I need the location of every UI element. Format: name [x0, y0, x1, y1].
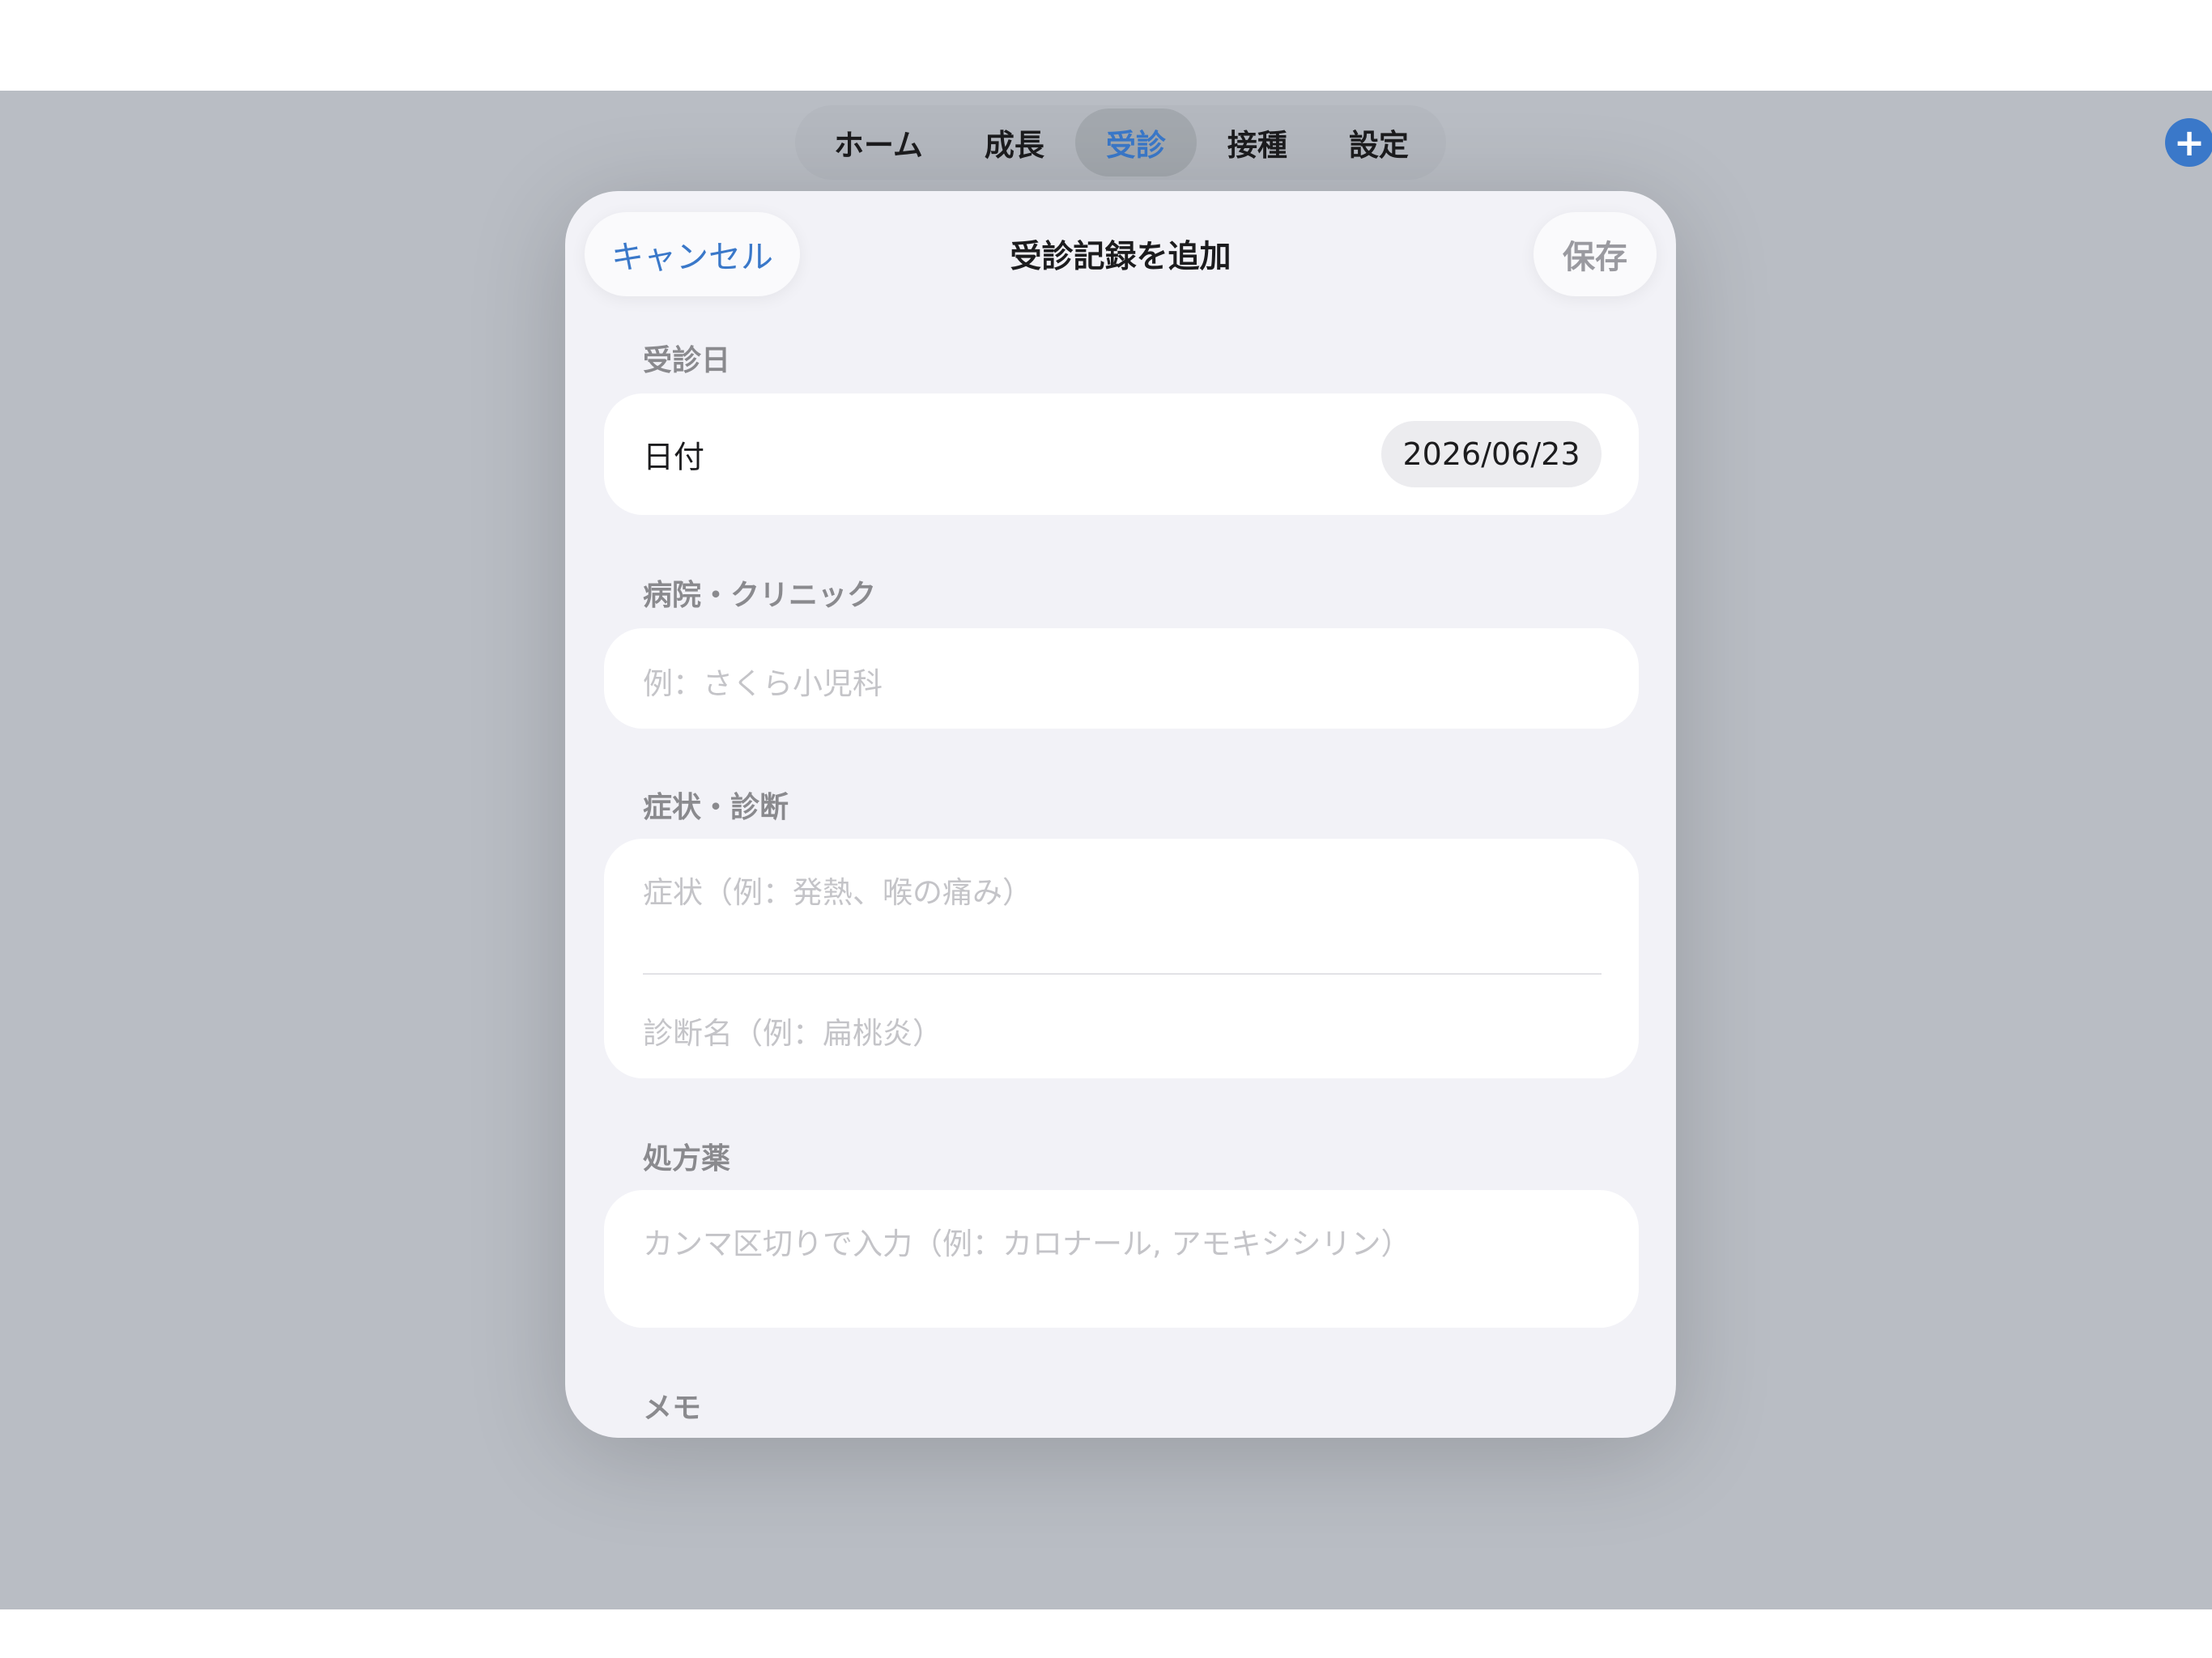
status-bar-area: [0, 0, 2212, 91]
visit-date-card: 日付 2026/06/23: [604, 393, 1639, 515]
hospital-input[interactable]: 例：さくら小児科: [604, 628, 1639, 729]
add-visit-sheet: キャンセル 受診記録を追加 保存 受診日 日付 2026/06/23 病院・クリ…: [565, 191, 1676, 1438]
diagnosis-input[interactable]: 診断名（例：扁桃炎）: [643, 1009, 942, 1052]
bottom-area: [0, 1609, 2212, 1658]
tab-bar: ホーム 成長 受診 接種 設定: [795, 105, 1446, 180]
tab-growth[interactable]: 成長: [954, 108, 1075, 176]
hospital-section-label: 病院・クリニック: [643, 579, 877, 612]
add-button[interactable]: +: [2165, 118, 2212, 167]
sheet-title: 受診記録を追加: [1010, 239, 1231, 275]
plus-icon: +: [2173, 121, 2206, 164]
tab-settings[interactable]: 設定: [1318, 108, 1440, 176]
divider: [643, 973, 1602, 975]
prescription-input[interactable]: カンマ区切りで入力（例：カロナール, アモキシシリン）: [604, 1190, 1639, 1328]
prescription-placeholder: カンマ区切りで入力（例：カロナール, アモキシシリン）: [643, 1226, 1411, 1261]
symptom-input[interactable]: 症状（例：発熱、喉の痛み）: [643, 868, 1032, 912]
symptoms-card: 症状（例：発熱、喉の痛み） 診断名（例：扁桃炎）: [604, 839, 1639, 1078]
save-button[interactable]: 保存: [1534, 212, 1657, 296]
symptoms-section-label: 症状・診断: [643, 791, 789, 824]
tab-visits[interactable]: 受診: [1074, 108, 1197, 176]
memo-section-label: メモ: [643, 1392, 702, 1425]
visit-date-section-label: 受診日: [643, 344, 731, 377]
date-field-label: 日付: [643, 439, 705, 475]
prescription-section-label: 処方薬: [643, 1142, 731, 1175]
hospital-placeholder: 例：さくら小児科: [643, 666, 883, 701]
date-picker[interactable]: 2026/06/23: [1381, 421, 1602, 487]
tab-vaccination[interactable]: 接種: [1197, 108, 1318, 176]
tab-home[interactable]: ホーム: [803, 108, 954, 176]
